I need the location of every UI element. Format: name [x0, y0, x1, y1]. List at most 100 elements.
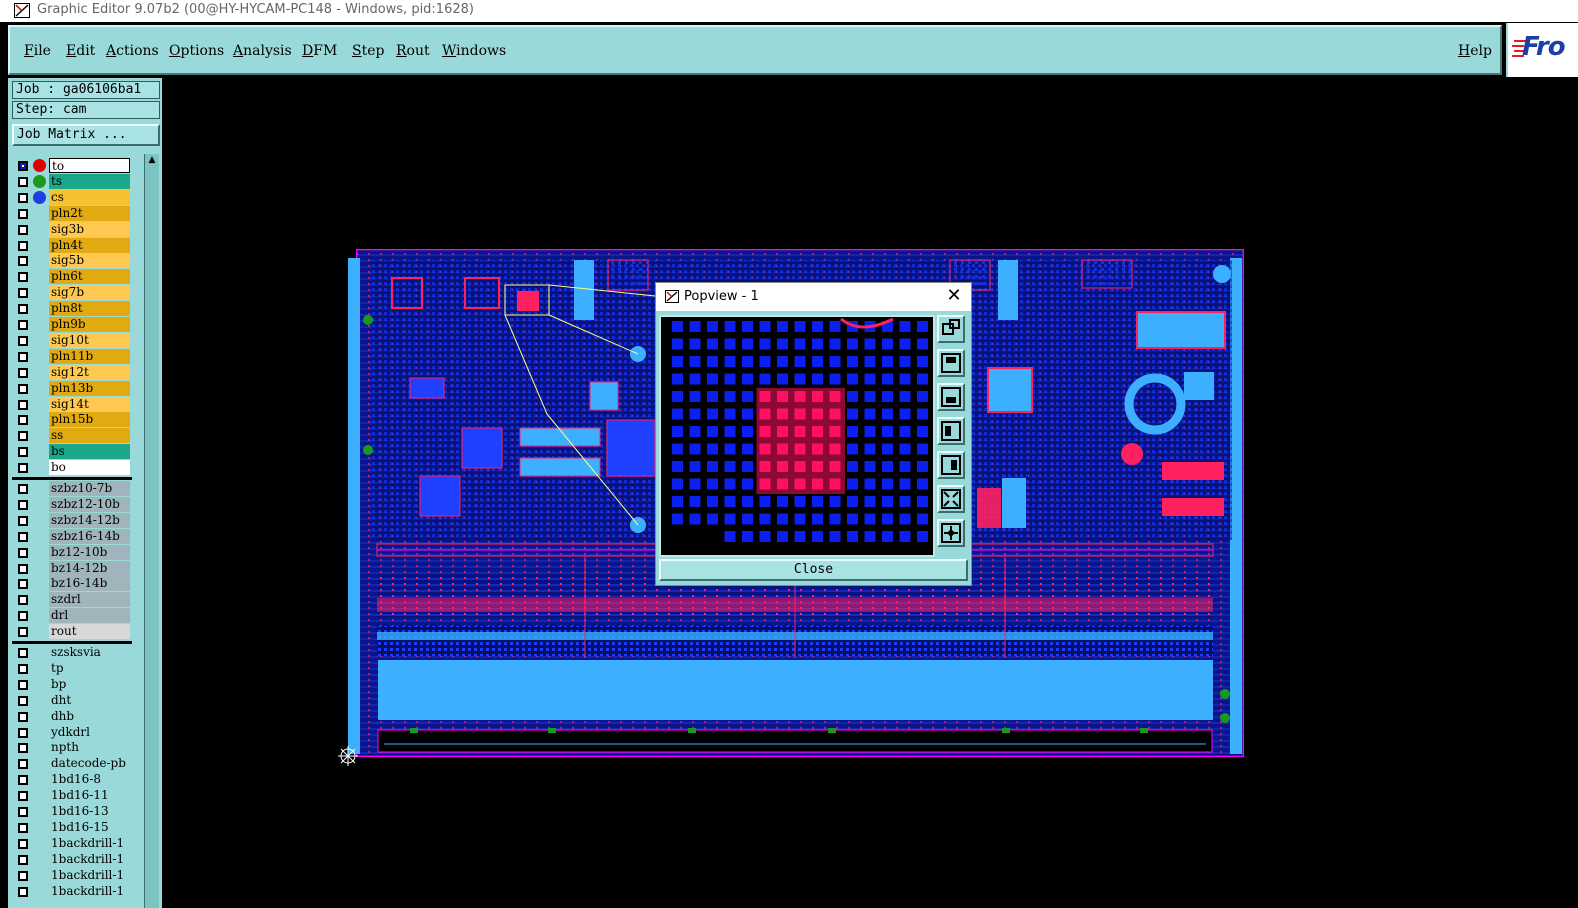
layer-name[interactable]: 1backdrill-1	[49, 883, 130, 899]
layer-checkbox[interactable]	[18, 351, 28, 362]
layer-row[interactable]: datecode-pb	[12, 756, 132, 772]
layer-row[interactable]: pln8t	[12, 301, 132, 317]
layer-row[interactable]: to	[12, 158, 132, 174]
layer-name[interactable]: ydkdrl	[49, 724, 130, 740]
layer-row[interactable]: 1backdrill-1	[12, 883, 132, 900]
layer-checkbox[interactable]	[18, 759, 28, 770]
layer-row[interactable]: bp	[12, 676, 132, 693]
layer-row[interactable]: szsksvia	[12, 645, 132, 661]
layer-row[interactable]: ydkdrl	[12, 724, 132, 741]
layer-row[interactable]: ss	[12, 428, 132, 444]
layer-name[interactable]: szbz16-14b	[49, 528, 130, 544]
layer-name[interactable]: pln2t	[49, 205, 130, 221]
layer-row[interactable]: pln13b	[12, 380, 132, 397]
layer-checkbox[interactable]	[18, 304, 28, 315]
layer-color-dot-icon[interactable]	[33, 174, 46, 188]
layer-checkbox[interactable]	[18, 627, 28, 638]
layer-row[interactable]: pln11b	[12, 348, 132, 365]
layer-name[interactable]: rout	[49, 624, 130, 640]
layer-name[interactable]: bs	[49, 444, 130, 460]
layer-name[interactable]: pln15b	[49, 412, 130, 428]
layer-checkbox[interactable]	[18, 822, 28, 833]
menu-dfm[interactable]: DFM	[302, 43, 337, 59]
layer-checkbox[interactable]	[18, 743, 28, 754]
layer-name[interactable]: cs	[49, 189, 130, 205]
layer-name[interactable]: szsksvia	[49, 645, 130, 660]
layer-name[interactable]: sig3b	[49, 221, 130, 237]
menu-windows[interactable]: Windows	[442, 43, 506, 59]
menu-step[interactable]: Step	[352, 43, 384, 59]
layer-checkbox[interactable]	[18, 335, 28, 346]
layer-row[interactable]: sig14t	[12, 396, 132, 413]
layer-row[interactable]: sig10t	[12, 332, 132, 349]
menu-analysis[interactable]: Analysis	[233, 43, 292, 59]
layer-checkbox[interactable]	[18, 256, 28, 267]
layer-row[interactable]: bz12-10b	[12, 544, 132, 561]
layer-row[interactable]: dhb	[12, 708, 132, 725]
layer-name[interactable]: bz12-10b	[49, 544, 130, 560]
layer-name[interactable]: pln8t	[49, 301, 130, 317]
layer-name[interactable]: pln11b	[49, 348, 130, 364]
center-icon[interactable]	[937, 519, 965, 547]
layer-row[interactable]: pln9b	[12, 317, 132, 333]
popview-zoom-view[interactable]	[659, 315, 935, 557]
layer-checkbox[interactable]	[18, 399, 28, 410]
menu-help[interactable]: Help	[1458, 43, 1492, 59]
layer-checkbox[interactable]	[18, 579, 28, 590]
layer-name[interactable]: 1backdrill-1	[49, 835, 130, 851]
pan-left-icon[interactable]	[937, 417, 965, 445]
layer-row[interactable]: bz14-12b	[12, 560, 132, 577]
layer-name[interactable]: pln9b	[49, 317, 130, 332]
layer-checkbox[interactable]	[18, 515, 28, 526]
close-icon[interactable]: ✕	[943, 285, 965, 307]
layer-checkbox[interactable]	[18, 807, 28, 817]
menu-file[interactable]: File	[24, 43, 51, 59]
layer-name[interactable]: 1bd16-15	[49, 819, 130, 835]
layer-checkbox[interactable]	[18, 775, 28, 786]
fit-all-icon[interactable]	[937, 485, 965, 513]
layer-checkbox[interactable]	[18, 854, 28, 865]
layer-name[interactable]: npth	[49, 740, 130, 756]
layer-checkbox[interactable]	[18, 272, 28, 283]
layer-row[interactable]: szbz10-7b	[12, 481, 132, 497]
job-matrix-button[interactable]: Job Matrix ...	[12, 124, 160, 146]
layer-checkbox[interactable]	[18, 463, 28, 474]
layer-name[interactable]: sig12t	[49, 364, 130, 380]
layer-row[interactable]: pln2t	[12, 205, 132, 222]
layer-checkbox[interactable]	[18, 531, 28, 542]
layer-name[interactable]: ss	[49, 428, 130, 444]
layer-name[interactable]: to	[49, 158, 130, 173]
layer-checkbox[interactable]	[18, 791, 28, 802]
layer-row[interactable]: tp	[12, 660, 132, 677]
layer-name[interactable]: datecode-pb	[49, 756, 130, 772]
layer-row[interactable]: szdrl	[12, 592, 132, 608]
layer-checkbox[interactable]	[18, 695, 28, 706]
layer-checkbox[interactable]	[18, 870, 28, 881]
layer-checkbox[interactable]	[18, 192, 28, 203]
layer-checkbox[interactable]	[18, 208, 28, 219]
layer-row[interactable]: cs	[12, 189, 132, 206]
layer-checkbox[interactable]	[18, 679, 28, 690]
layer-row[interactable]: dht	[12, 692, 132, 709]
layer-checkbox[interactable]	[18, 320, 28, 330]
layer-row[interactable]: sig12t	[12, 364, 132, 381]
layer-name[interactable]: szbz12-10b	[49, 496, 130, 512]
layer-name[interactable]: 1backdrill-1	[49, 851, 130, 867]
layer-name[interactable]: pln6t	[49, 269, 130, 285]
layer-checkbox[interactable]	[18, 499, 28, 510]
layer-name[interactable]: bp	[49, 676, 130, 692]
layer-row[interactable]: bo	[12, 460, 132, 476]
layer-checkbox[interactable]	[18, 447, 28, 458]
layer-name[interactable]: pln13b	[49, 380, 130, 396]
layer-name[interactable]: sig14t	[49, 396, 130, 412]
layer-checkbox[interactable]	[18, 727, 28, 738]
layer-color-dot-icon[interactable]	[33, 159, 46, 172]
layer-name[interactable]: dht	[49, 692, 130, 708]
pan-right-icon[interactable]	[937, 451, 965, 479]
layer-checkbox[interactable]	[18, 886, 28, 897]
layer-name[interactable]: bz14-12b	[49, 560, 130, 576]
layer-name[interactable]: drl	[49, 608, 130, 624]
layer-checkbox[interactable]	[18, 176, 28, 187]
layer-checkbox[interactable]	[18, 224, 28, 235]
scroll-up-arrow-icon[interactable]: ▲	[145, 154, 159, 166]
